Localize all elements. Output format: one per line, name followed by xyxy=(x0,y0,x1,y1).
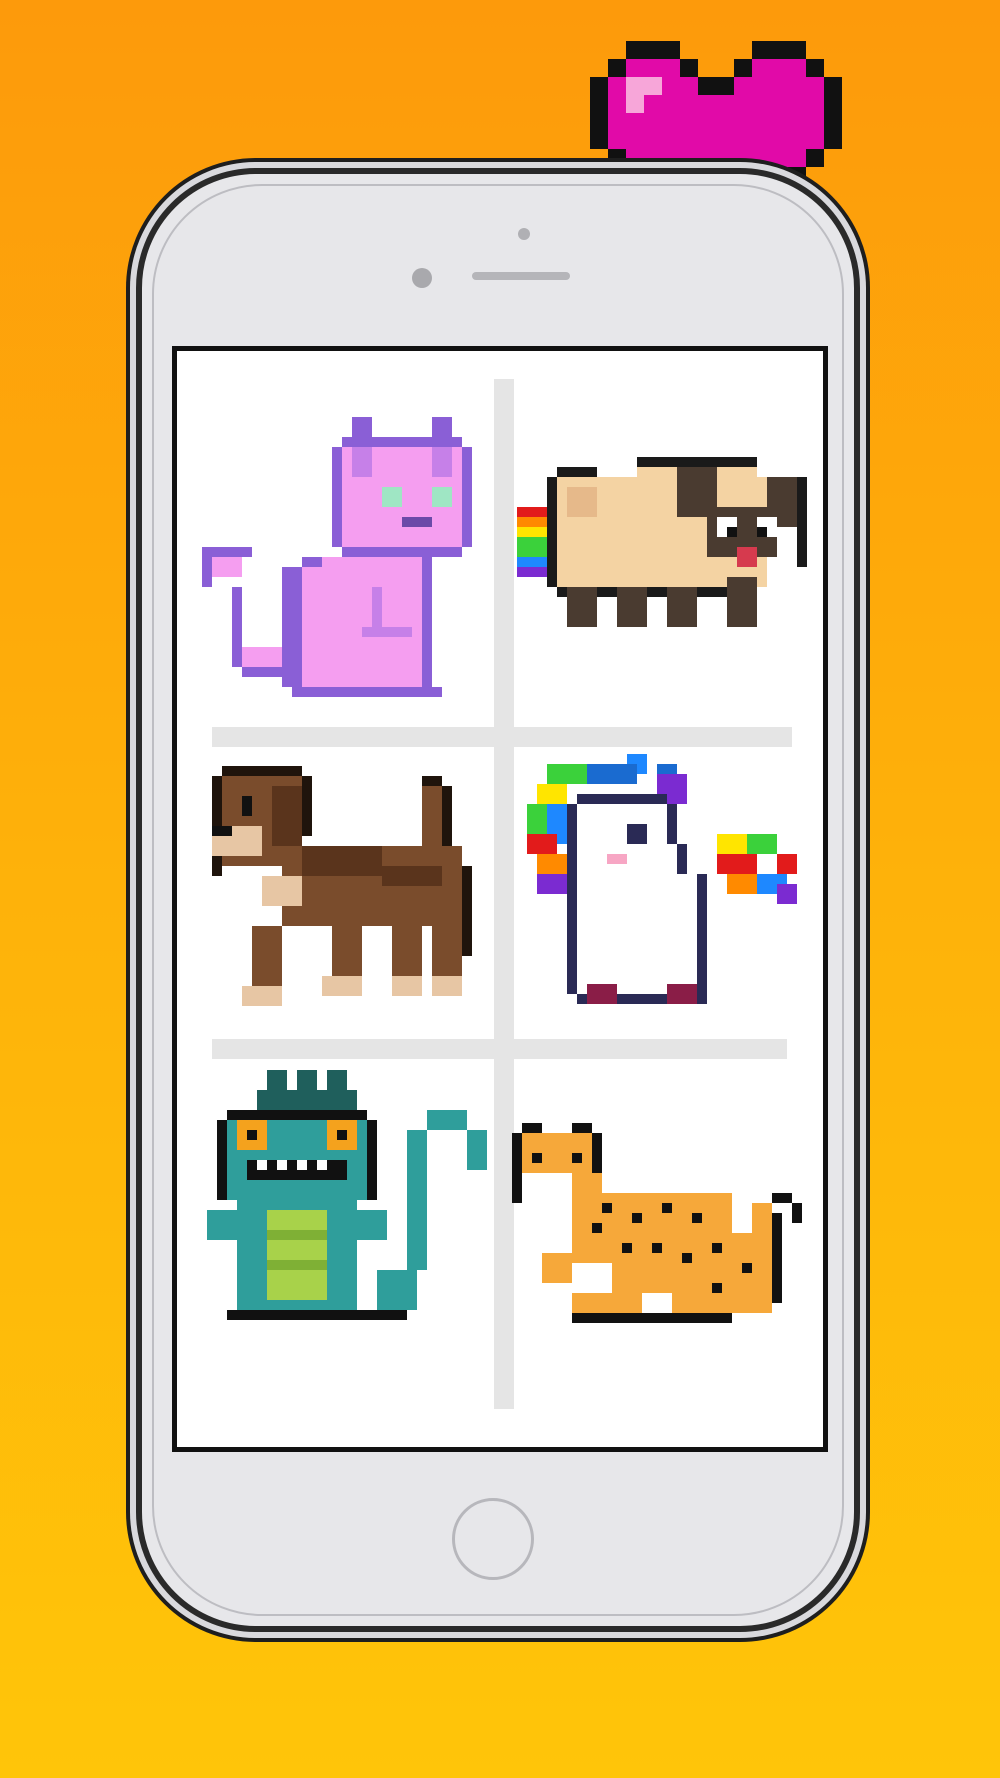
pixel-dachshund-icon xyxy=(212,766,472,1006)
gallery-item-dachshund[interactable] xyxy=(202,765,492,1017)
grid-divider-horizontal-2 xyxy=(212,1039,787,1059)
pixel-unicorn-icon xyxy=(527,754,797,1004)
pixel-lizard-monster-icon xyxy=(207,1070,487,1320)
grid-divider-vertical xyxy=(494,379,514,1409)
home-button[interactable] xyxy=(452,1498,534,1580)
phone-frame xyxy=(136,168,860,1632)
screen-gallery xyxy=(172,346,828,1452)
pixel-leopard-icon xyxy=(512,1123,802,1323)
gallery-item-cat[interactable] xyxy=(202,407,492,707)
front-camera xyxy=(412,268,432,288)
grid-divider-horizontal-1 xyxy=(212,727,792,747)
gallery-item-lizard-monster[interactable] xyxy=(207,1069,497,1331)
earpiece-speaker xyxy=(472,272,570,280)
gallery-item-leopard[interactable] xyxy=(512,1123,812,1333)
pixel-pug-icon xyxy=(517,457,807,627)
gallery-item-unicorn[interactable] xyxy=(517,753,807,1025)
pixel-cat-icon xyxy=(202,417,472,697)
gallery-item-pug[interactable] xyxy=(517,447,817,657)
phone-sensor xyxy=(518,228,530,240)
